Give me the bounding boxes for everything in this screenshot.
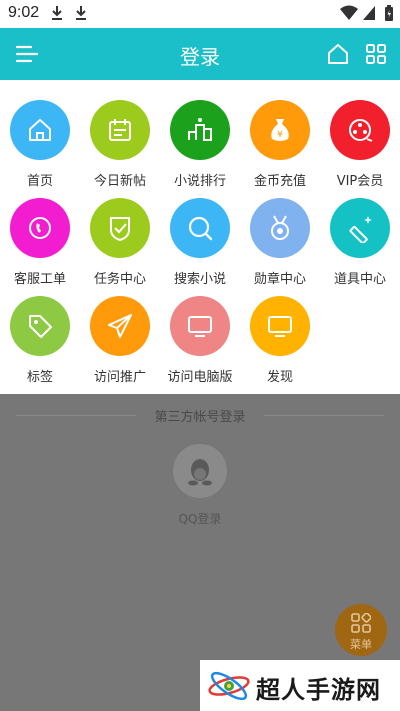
grid-item-desktop-version[interactable]: 访问电脑版 <box>160 296 240 396</box>
grid-item-today-posts[interactable]: 今日新帖 <box>80 100 160 200</box>
monitor-icon <box>250 296 310 356</box>
grid-item-label: 金币充值 <box>253 174 306 189</box>
calendar-icon <box>90 100 150 160</box>
divider-right <box>264 415 384 416</box>
svg-text:¥: ¥ <box>277 130 283 140</box>
menu-fab-label: 菜单 <box>350 638 372 651</box>
monitor-icon <box>170 296 230 356</box>
grid-item-label: 今日新帖 <box>93 174 146 189</box>
grid-item-support-ticket[interactable]: 客服工单 <box>0 198 80 298</box>
wifi-icon <box>340 5 358 20</box>
grid-item-task-center[interactable]: 任务中心 <box>80 198 160 298</box>
qq-login-button[interactable] <box>173 444 227 498</box>
watermark-text: 超人手游网 <box>256 676 381 704</box>
medal-icon <box>250 198 310 258</box>
grid-item-label: 道具中心 <box>333 272 386 287</box>
money-bag-icon: ¥ <box>250 100 310 160</box>
magic-wand-icon <box>330 198 390 258</box>
home-icon <box>10 100 70 160</box>
status-bar: 9:02 <box>0 0 400 28</box>
apps-grid-icon <box>351 613 371 633</box>
paper-plane-icon <box>90 296 150 356</box>
grid-item-promotion[interactable]: 访问推广 <box>80 296 160 396</box>
podium-icon <box>170 100 230 160</box>
grid-item-novel-ranking[interactable]: 小说排行 <box>160 100 240 200</box>
apps-grid-icon[interactable] <box>363 41 389 67</box>
grid-item-label: 访问推广 <box>93 370 146 385</box>
tag-icon <box>10 296 70 356</box>
feature-grid: 首页 今日新帖 小说排行 ¥ 金币充值 VIP会员 客服工单 任务中心 搜索小说… <box>0 80 400 394</box>
grid-item-medal-center[interactable]: 勋章中心 <box>240 198 320 298</box>
menu-fab-button[interactable]: 菜单 <box>335 604 387 656</box>
grid-item-label: 小说排行 <box>173 174 226 189</box>
phone-icon <box>10 198 70 258</box>
search-icon <box>170 198 230 258</box>
grid-item-vip[interactable]: VIP会员 <box>320 100 400 200</box>
grid-item-label: 访问电脑版 <box>167 370 233 385</box>
signal-icon <box>363 6 375 20</box>
grid-item-label: 发现 <box>266 370 293 385</box>
vip-badge-icon <box>330 100 390 160</box>
qq-penguin-icon <box>188 459 212 486</box>
grid-item-home[interactable]: 首页 <box>0 100 80 200</box>
download-icon <box>52 6 62 20</box>
grid-item-discover[interactable]: 发现 <box>240 296 320 396</box>
grid-item-label: 任务中心 <box>93 272 146 287</box>
app-header: 登录 <box>0 28 400 80</box>
grid-item-item-center[interactable]: 道具中心 <box>320 198 400 298</box>
home-icon[interactable] <box>325 41 351 67</box>
battery-icon <box>385 5 393 21</box>
check-shield-icon <box>90 198 150 258</box>
watermark: 超人手游网 <box>200 660 400 711</box>
grid-item-tags[interactable]: 标签 <box>0 296 80 396</box>
status-time: 9:02 <box>8 4 40 21</box>
download-icon <box>76 6 86 20</box>
grid-item-search-novel[interactable]: 搜索小说 <box>160 198 240 298</box>
grid-item-label: 勋章中心 <box>253 272 306 287</box>
qq-login-label: QQ登录 <box>178 512 222 526</box>
grid-item-coin-recharge[interactable]: ¥ 金币充值 <box>240 100 320 200</box>
grid-item-label: VIP会员 <box>336 174 384 189</box>
grid-item-label: 搜索小说 <box>173 272 226 287</box>
watermark-logo-icon <box>208 671 250 701</box>
